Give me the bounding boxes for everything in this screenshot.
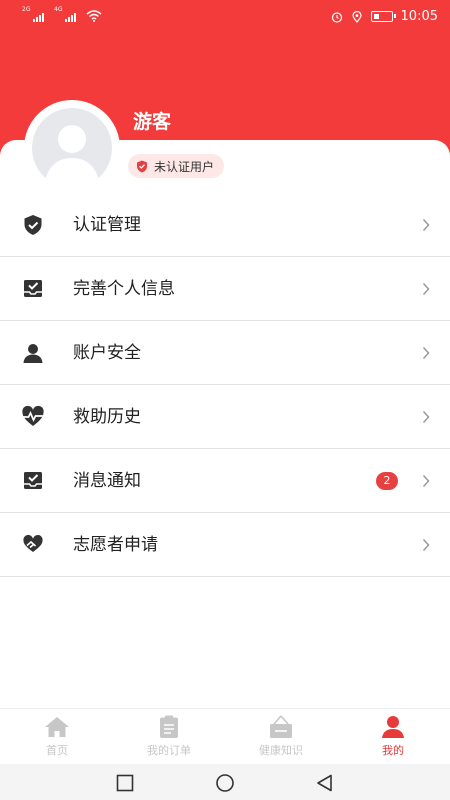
menu-item-rescue-history[interactable]: 救助历史 xyxy=(0,385,450,449)
chevron-right-icon xyxy=(422,282,430,296)
status-bar: 2G 4G 10:05 xyxy=(0,0,450,34)
recents-square-icon[interactable] xyxy=(115,773,135,793)
unread-count-badge: 2 xyxy=(376,472,398,490)
tab-label: 健康知识 xyxy=(259,744,303,757)
sim1-network-tag: 2G xyxy=(22,6,31,13)
menu-list: 认证管理 完善个人信息 账户安全 救助历史 消息通知 2 志愿者申请 xyxy=(0,193,450,577)
menu-item-account-security[interactable]: 账户安全 xyxy=(0,321,450,385)
menu-item-label: 账户安全 xyxy=(73,343,141,363)
menu-item-certification[interactable]: 认证管理 xyxy=(0,193,450,257)
inbox-check-icon xyxy=(24,472,42,489)
helping-hands-icon xyxy=(23,534,43,552)
back-triangle-icon[interactable] xyxy=(315,773,335,793)
person-icon xyxy=(382,716,404,738)
menu-item-volunteer-application[interactable]: 志愿者申请 xyxy=(0,513,450,577)
menu-item-label: 志愿者申请 xyxy=(73,535,158,555)
default-avatar-icon xyxy=(44,125,100,188)
tab-home[interactable]: 首页 xyxy=(1,715,113,758)
chevron-right-icon xyxy=(422,474,430,488)
menu-item-label: 完善个人信息 xyxy=(73,279,175,299)
tab-health-knowledge[interactable]: 健康知识 xyxy=(225,715,337,758)
avatar[interactable] xyxy=(24,100,120,196)
shield-check-icon xyxy=(24,215,42,235)
user-icon xyxy=(23,344,43,363)
tab-my-orders[interactable]: 我的订单 xyxy=(113,715,225,758)
tab-label: 首页 xyxy=(46,744,68,757)
inbox-check-icon xyxy=(24,280,42,297)
home-circle-icon[interactable] xyxy=(215,773,235,793)
home-icon xyxy=(45,717,69,737)
tab-label: 我的订单 xyxy=(147,744,191,757)
signboard-icon xyxy=(270,715,292,738)
clock: 10:05 xyxy=(400,9,438,24)
menu-item-notifications[interactable]: 消息通知 2 xyxy=(0,449,450,513)
tab-label: 我的 xyxy=(382,744,404,757)
battery-icon xyxy=(370,11,396,22)
system-navigation-bar xyxy=(0,764,450,800)
menu-item-label: 消息通知 xyxy=(73,471,141,491)
tab-mine[interactable]: 我的 xyxy=(337,715,449,758)
chevron-right-icon xyxy=(422,346,430,360)
signal-icon: 2G xyxy=(22,6,44,22)
menu-item-personal-info[interactable]: 完善个人信息 xyxy=(0,257,450,321)
signal-icon: 4G xyxy=(54,6,76,22)
verify-status-badge: 未认证用户 xyxy=(128,154,225,178)
battery-level xyxy=(373,14,379,19)
chevron-right-icon xyxy=(422,538,430,552)
heart-pulse-icon xyxy=(22,405,44,426)
verify-status-text: 未认证用户 xyxy=(154,159,215,174)
chevron-right-icon xyxy=(422,218,430,232)
alarm-icon xyxy=(331,11,342,23)
username: 游客 xyxy=(133,111,172,133)
location-icon xyxy=(351,10,362,23)
clipboard-icon xyxy=(160,715,178,738)
sim2-network-tag: 4G xyxy=(54,6,63,13)
shield-check-icon xyxy=(137,160,147,172)
menu-item-label: 救助历史 xyxy=(73,407,141,427)
chevron-right-icon xyxy=(422,410,430,424)
bottom-tab-bar: 首页 我的订单 健康知识 我的 xyxy=(0,708,450,764)
wifi-icon xyxy=(86,10,102,22)
menu-item-label: 认证管理 xyxy=(73,215,141,235)
